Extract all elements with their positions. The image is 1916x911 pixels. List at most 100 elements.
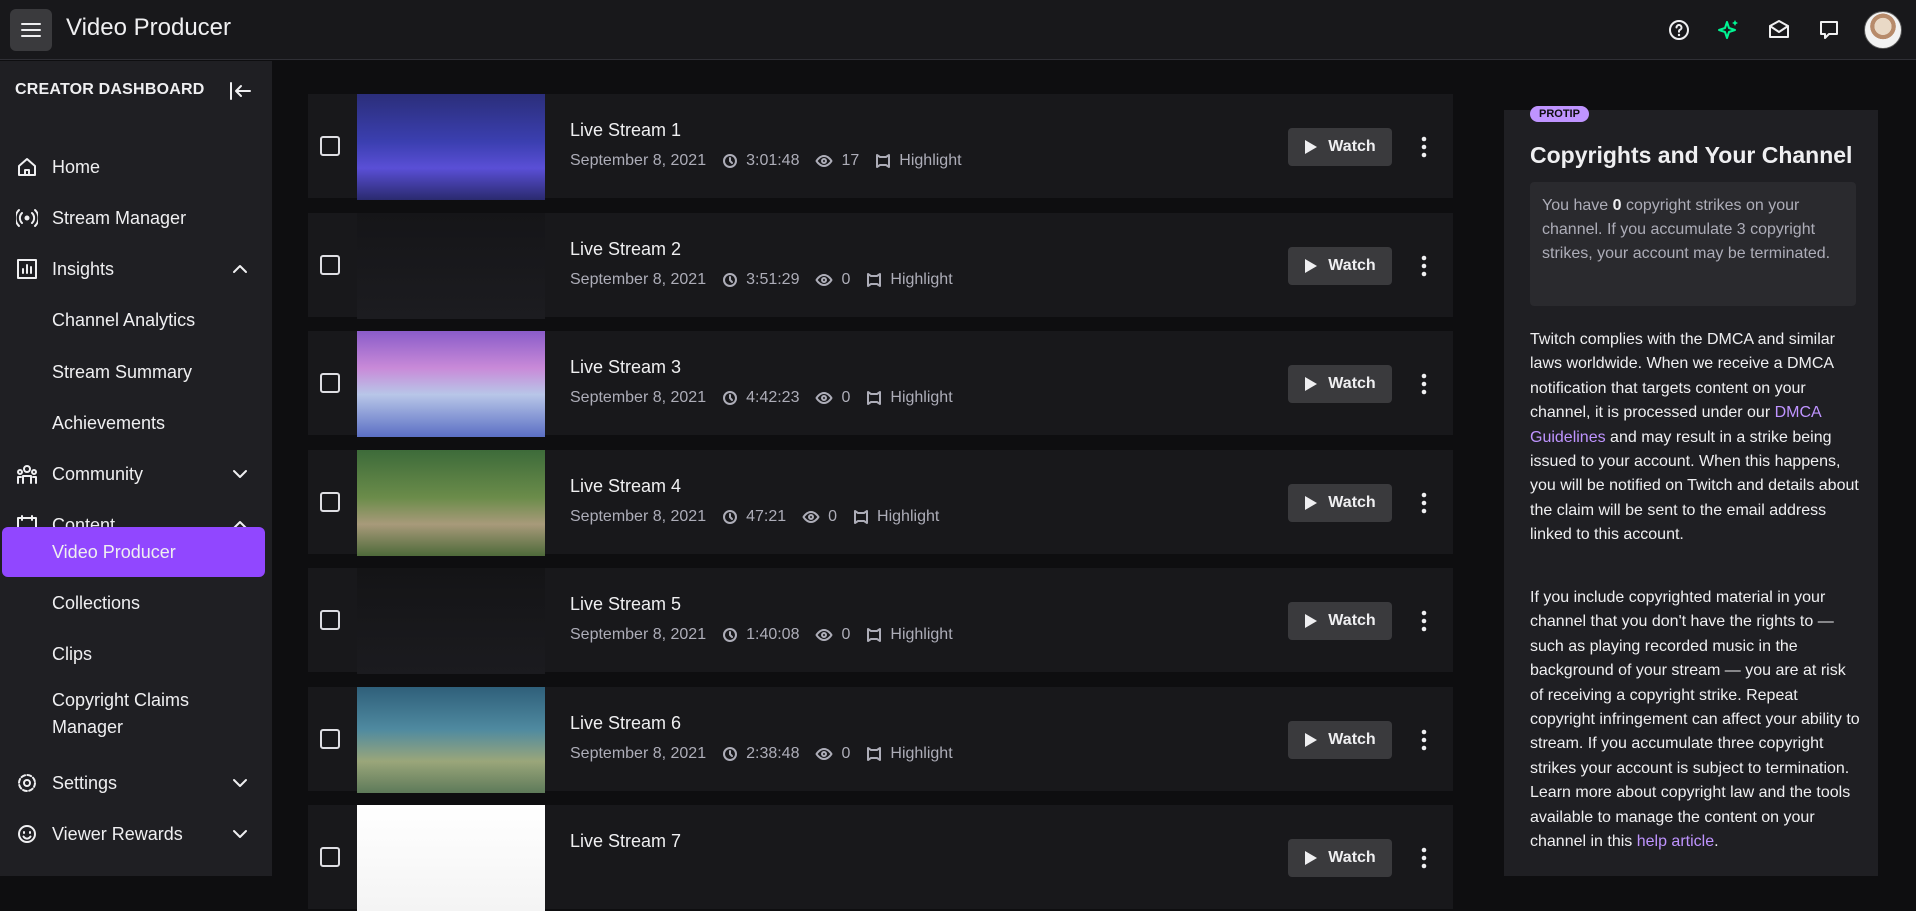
video-date: September 8, 2021 [570,626,707,643]
sidebar-item-stream-manager[interactable]: Stream Manager [0,194,272,242]
play-icon [1305,140,1318,154]
sidebar-item-label: Clips [52,643,93,664]
sidebar-item-community[interactable]: Community [0,450,272,498]
eye-icon [802,510,820,523]
video-select-checkbox[interactable] [320,373,340,393]
highlight-icon [867,628,882,642]
more-options-button[interactable] [1414,841,1434,875]
video-select-checkbox[interactable] [320,136,340,156]
video-row[interactable]: Live Stream 2 September 8, 2021 3:51:29 … [308,212,1453,319]
menu-button[interactable] [10,9,52,51]
video-title[interactable]: Live Stream 2 [570,239,681,260]
whispers-button[interactable] [1816,17,1842,43]
video-meta: September 8, 2021 1:40:08 0 Highlight [570,626,969,644]
collapse-sidebar-icon[interactable] [228,79,254,103]
help-button[interactable] [1666,17,1692,43]
video-select-checkbox[interactable] [320,847,340,867]
video-meta: September 8, 2021 47:21 0 Highlight [570,508,955,526]
video-date: September 8, 2021 [570,270,707,288]
top-bar: Video Producer [0,0,1916,60]
chevron-down-icon [233,830,247,838]
video-views: 17 [815,152,859,170]
more-options-button[interactable] [1414,723,1434,757]
sidebar-item-home[interactable]: Home [0,143,272,191]
video-thumbnail[interactable] [357,686,545,793]
sidebar-item-copyright-claims[interactable]: Copyright Claims Manager [0,681,272,741]
sidebar-item-label: Home [52,156,101,177]
play-icon [1305,258,1318,273]
watch-button[interactable]: Watch [1288,602,1392,640]
video-thumbnail[interactable] [357,331,545,437]
more-options-button[interactable] [1414,249,1434,283]
sidebar-item-channel-analytics[interactable]: Channel Analytics [0,296,272,344]
play-icon [1305,495,1318,510]
video-row[interactable]: Live Stream 1 September 8, 2021 3:01:48 … [308,94,1453,200]
inbox-button[interactable] [1766,17,1792,43]
highlight-icon [867,746,882,761]
video-select-checkbox[interactable] [320,254,340,275]
video-row[interactable]: Live Stream 5 September 8, 2021 1:40:08 … [308,568,1453,674]
watch-button[interactable]: Watch [1288,246,1392,285]
watch-button[interactable]: Watch [1288,128,1392,166]
video-duration: 4:42:23 [722,389,799,407]
more-options-button[interactable] [1414,604,1434,638]
watch-button[interactable]: Watch [1288,365,1392,403]
video-title[interactable]: Live Stream 4 [570,476,681,497]
eye-icon [815,629,833,641]
watch-button[interactable]: Watch [1288,839,1392,877]
video-row[interactable]: Live Stream 7 Watch [308,805,1453,911]
video-title[interactable]: Live Stream 1 [570,120,681,141]
watch-button[interactable]: Watch [1288,483,1392,522]
video-type: Highlight [866,626,953,644]
video-thumbnail[interactable] [357,805,545,911]
video-title[interactable]: Live Stream 3 [570,357,681,378]
sidebar-item-viewer-rewards[interactable]: Viewer Rewards [0,810,272,858]
sparkle-button[interactable] [1716,17,1742,43]
more-vertical-icon [1421,610,1427,632]
sidebar-item-insights[interactable]: Insights [0,245,272,293]
video-row[interactable]: Live Stream 3 September 8, 2021 4:42:23 … [308,331,1453,437]
more-options-button[interactable] [1414,130,1434,164]
video-thumbnail[interactable] [357,94,545,200]
home-icon [18,158,36,176]
sidebar-item-stream-summary[interactable]: Stream Summary [0,348,272,396]
sidebar-item-video-producer[interactable]: Video Producer [2,527,265,577]
sidebar-item-collections[interactable]: Collections [0,579,272,627]
video-thumbnail[interactable] [357,568,545,674]
highlight-icon [867,272,882,287]
more-options-button[interactable] [1414,486,1434,520]
avatar[interactable] [1864,11,1902,49]
more-options-button[interactable] [1414,367,1434,401]
hamburger-icon [21,23,41,37]
video-title[interactable]: Live Stream 6 [570,713,681,734]
video-duration: 47:21 [722,508,786,526]
sidebar-item-clips[interactable]: Clips [0,630,272,678]
inbox-icon [1769,20,1789,38]
video-row[interactable]: Live Stream 6 September 8, 2021 2:38:48 … [308,686,1453,793]
eye-icon [815,392,833,404]
video-views: 0 [815,389,850,407]
help-article-link[interactable]: help article [1637,833,1714,850]
clock-icon [723,746,738,761]
clock-icon [723,154,738,168]
video-thumbnail[interactable] [357,212,545,319]
video-thumbnail[interactable] [357,449,545,556]
video-title[interactable]: Live Stream 7 [570,831,681,852]
sidebar-item-settings[interactable]: Settings [0,759,272,807]
video-select-checkbox[interactable] [320,728,340,749]
sidebar-item-label: Stream Summary [52,361,193,382]
stream-icon [16,209,38,227]
video-select-checkbox[interactable] [320,610,340,630]
clock-icon [723,272,738,287]
strike-status: You have 0 copyright strikes on your cha… [1530,182,1856,306]
sidebar-item-achievements[interactable]: Achievements [0,399,272,447]
highlight-icon [876,154,891,168]
sidebar-item-label: Collections [52,592,141,613]
video-select-checkbox[interactable] [320,491,340,512]
dmca-paragraph: Twitch complies with the DMCA and simila… [1530,331,1859,544]
sidebar-item-label: Insights [52,258,115,279]
video-row[interactable]: Live Stream 4 September 8, 2021 47:21 0 … [308,449,1453,556]
video-title[interactable]: Live Stream 5 [570,594,681,615]
protip-badge: PROTIP [1530,106,1589,122]
watch-button[interactable]: Watch [1288,720,1392,759]
